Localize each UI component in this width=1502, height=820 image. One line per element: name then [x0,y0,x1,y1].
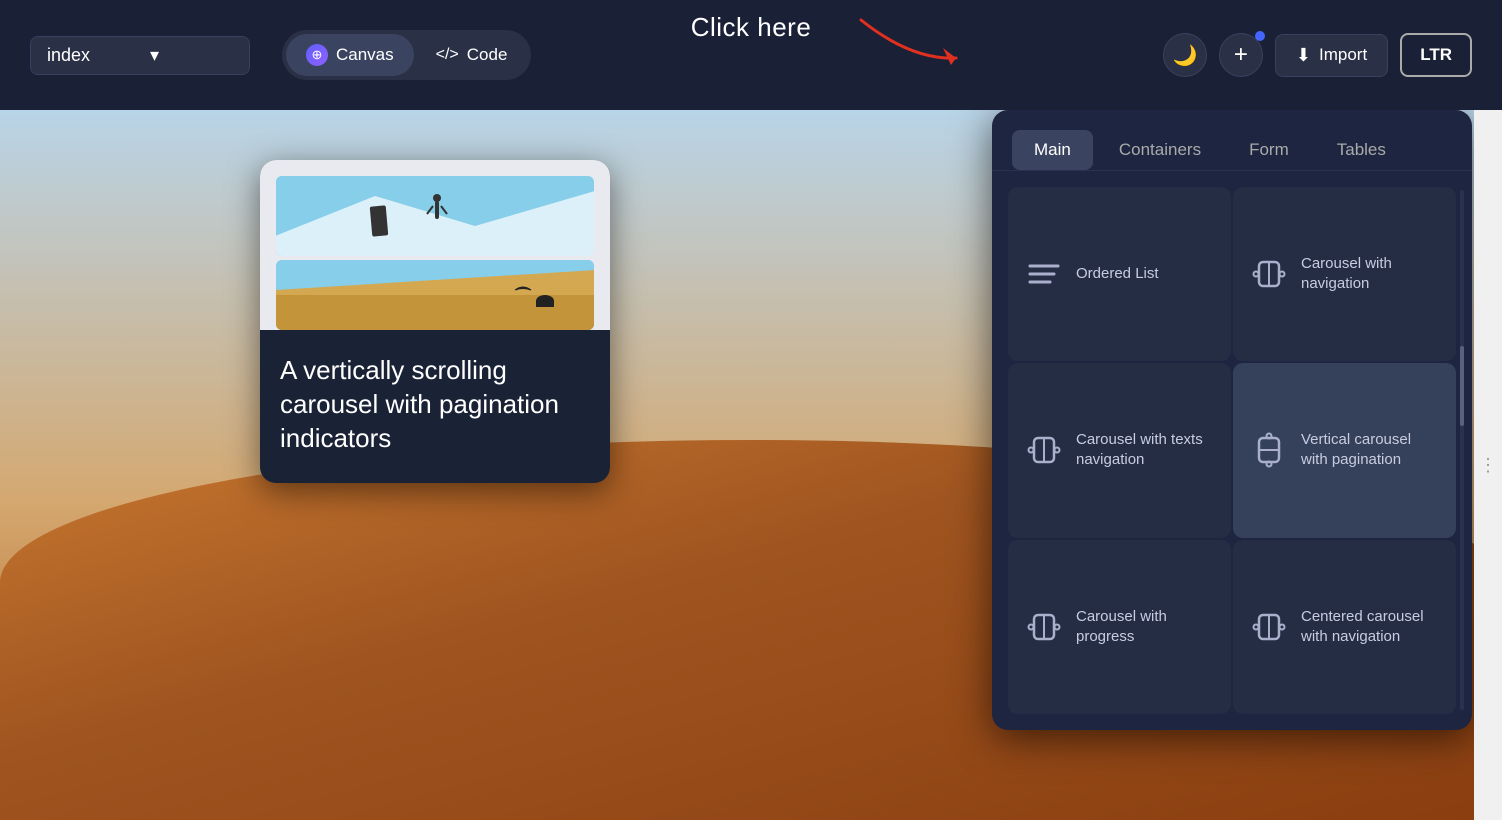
component-vertical-carousel-pagination-label: Vertical carousel with pagination [1301,430,1438,471]
topbar-right: 🌙 + ⬇ Import LTR [1163,33,1472,77]
code-icon: </> [436,46,459,64]
code-label: Code [467,45,508,65]
plus-icon: + [1234,41,1248,69]
plus-button-wrapper: + [1219,33,1263,77]
preview-card: A vertically scrolling carousel with pag… [260,160,610,483]
preview-image-top [276,176,594,256]
canvas-label: Canvas [336,45,394,65]
far-right-bar: ⋮ [1474,110,1502,820]
list-icon [1026,256,1062,292]
tab-tables[interactable]: Tables [1315,130,1408,170]
notification-dot [1255,31,1265,41]
resize-handle: ⋮ [1479,455,1497,476]
preview-card-text: A vertically scrolling carousel with pag… [260,330,610,483]
component-inner: Vertical carousel with pagination [1251,430,1438,471]
tab-form-label: Form [1249,140,1289,159]
component-carousel-texts-navigation-label: Carousel with texts navigation [1076,430,1213,471]
component-inner: Carousel with texts navigation [1026,430,1213,471]
page-selector-arrow: ▾ [150,45,159,66]
preview-image-bottom [276,260,594,330]
tab-containers-label: Containers [1119,140,1201,159]
component-inner: Ordered List [1026,256,1159,292]
component-carousel-navigation-label: Carousel with navigation [1301,254,1438,295]
tab-tables-label: Tables [1337,140,1386,159]
mode-switcher: ⊕ Canvas </> Code [282,30,531,80]
page-name: index [47,45,90,66]
centered-carousel-icon [1251,609,1287,645]
moon-icon: 🌙 [1172,43,1197,68]
click-here-label: Click here [691,12,812,43]
component-carousel-progress[interactable]: Carousel with progress [1008,540,1231,714]
code-mode-button[interactable]: </> Code [416,35,528,75]
panel-tabs: Main Containers Form Tables [992,110,1472,171]
tab-containers[interactable]: Containers [1097,130,1223,170]
panel-scrollbar[interactable] [1460,190,1464,710]
canvas-icon: ⊕ [306,44,328,66]
component-centered-carousel-navigation[interactable]: Centered carousel with navigation [1233,540,1456,714]
component-inner: Carousel with navigation [1251,254,1438,295]
tab-main-label: Main [1034,140,1071,159]
component-carousel-texts-navigation[interactable]: Carousel with texts navigation [1008,363,1231,537]
preview-images [260,160,610,330]
arrow-annotation [851,10,971,75]
page-selector[interactable]: index ▾ [30,36,250,75]
ltr-button[interactable]: LTR [1400,33,1472,77]
tab-form[interactable]: Form [1227,130,1311,170]
carousel-progress-icon [1026,609,1062,645]
component-panel: Main Containers Form Tables [992,110,1472,730]
canvas-mode-button[interactable]: ⊕ Canvas [286,34,414,76]
panel-scrollbar-thumb [1460,346,1464,426]
component-inner: Carousel with progress [1026,607,1213,648]
dark-mode-button[interactable]: 🌙 [1163,33,1207,77]
preview-description: A vertically scrolling carousel with pag… [280,354,590,455]
vertical-carousel-icon [1251,432,1287,468]
import-button[interactable]: ⬇ Import [1275,34,1388,77]
component-centered-carousel-navigation-label: Centered carousel with navigation [1301,607,1438,648]
import-icon: ⬇ [1296,45,1311,66]
component-ordered-list-label: Ordered List [1076,264,1159,284]
carousel-texts-navigation-icon [1026,432,1062,468]
component-carousel-navigation[interactable]: Carousel with navigation [1233,187,1456,361]
component-vertical-carousel-pagination[interactable]: Vertical carousel with pagination [1233,363,1456,537]
ltr-label: LTR [1420,45,1452,64]
component-ordered-list[interactable]: Ordered List [1008,187,1231,361]
tab-main[interactable]: Main [1012,130,1093,170]
component-inner: Centered carousel with navigation [1251,607,1438,648]
import-label: Import [1319,45,1367,65]
main-content: A vertically scrolling carousel with pag… [0,110,1502,820]
topbar: Click here index ▾ ⊕ Canvas </> Code 🌙 + [0,0,1502,110]
components-grid: Ordered List Carousel with navigation [992,171,1472,730]
component-carousel-progress-label: Carousel with progress [1076,607,1213,648]
carousel-navigation-icon [1251,256,1287,292]
